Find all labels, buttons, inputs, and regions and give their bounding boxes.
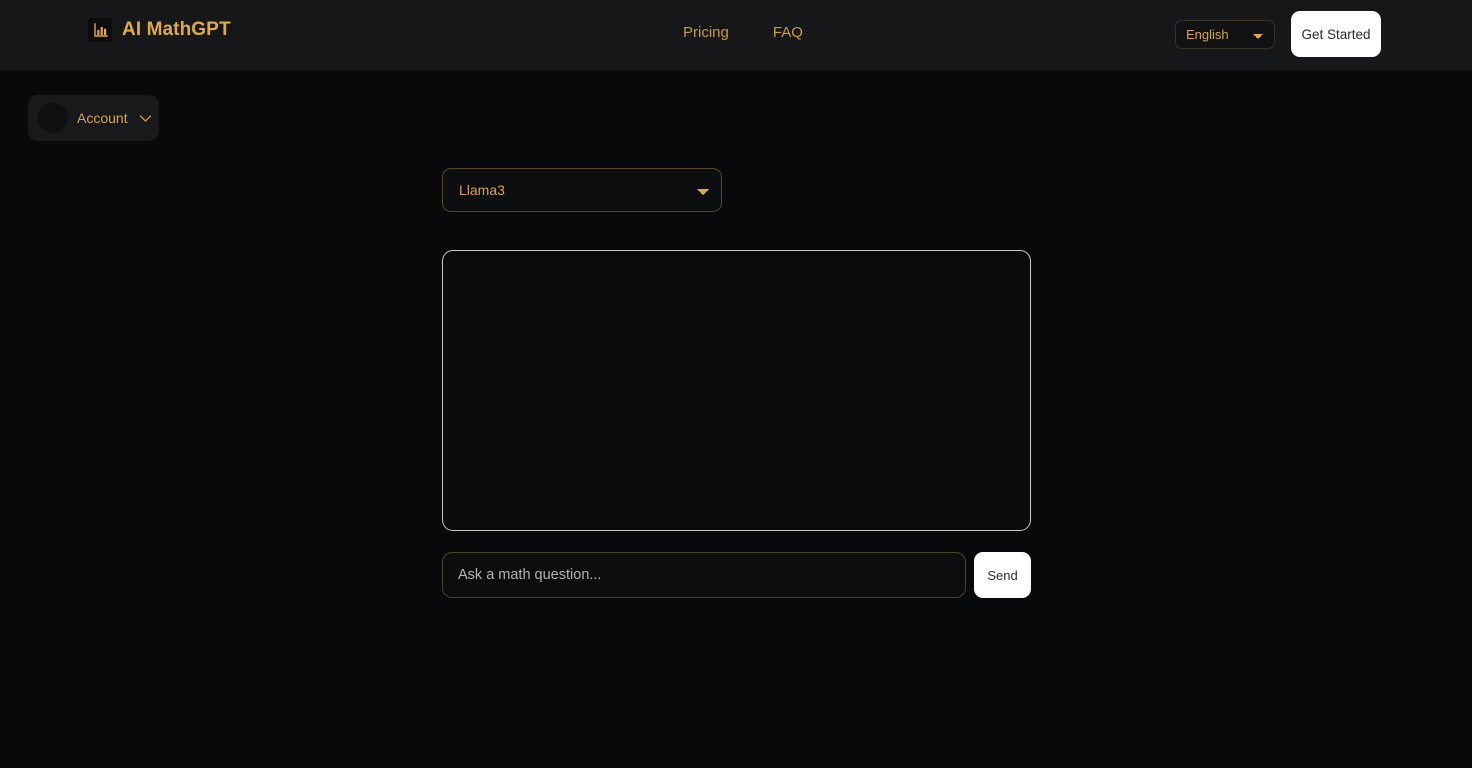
- chat-panel: Llama3 Send: [442, 168, 1031, 598]
- model-select[interactable]: Llama3: [442, 168, 722, 212]
- brand-logo[interactable]: AI MathGPT: [88, 18, 231, 42]
- brand-name: AI MathGPT: [122, 19, 231, 40]
- bar-chart-icon: [88, 18, 112, 42]
- language-select[interactable]: English: [1175, 20, 1275, 49]
- chevron-down-icon: [139, 114, 152, 123]
- question-input[interactable]: [442, 552, 966, 598]
- avatar: [38, 103, 68, 133]
- answer-output-textarea[interactable]: [442, 250, 1031, 531]
- account-label: Account: [77, 110, 128, 126]
- get-started-button[interactable]: Get Started: [1291, 11, 1381, 57]
- main-nav: Pricing FAQ: [683, 24, 803, 41]
- nav-item-faq[interactable]: FAQ: [773, 24, 803, 41]
- send-button[interactable]: Send: [974, 552, 1031, 598]
- site-header: AI MathGPT Pricing FAQ English Get Start…: [0, 0, 1472, 70]
- nav-item-pricing[interactable]: Pricing: [683, 24, 729, 41]
- account-menu[interactable]: Account: [28, 95, 159, 141]
- compose-row: Send: [442, 552, 1031, 598]
